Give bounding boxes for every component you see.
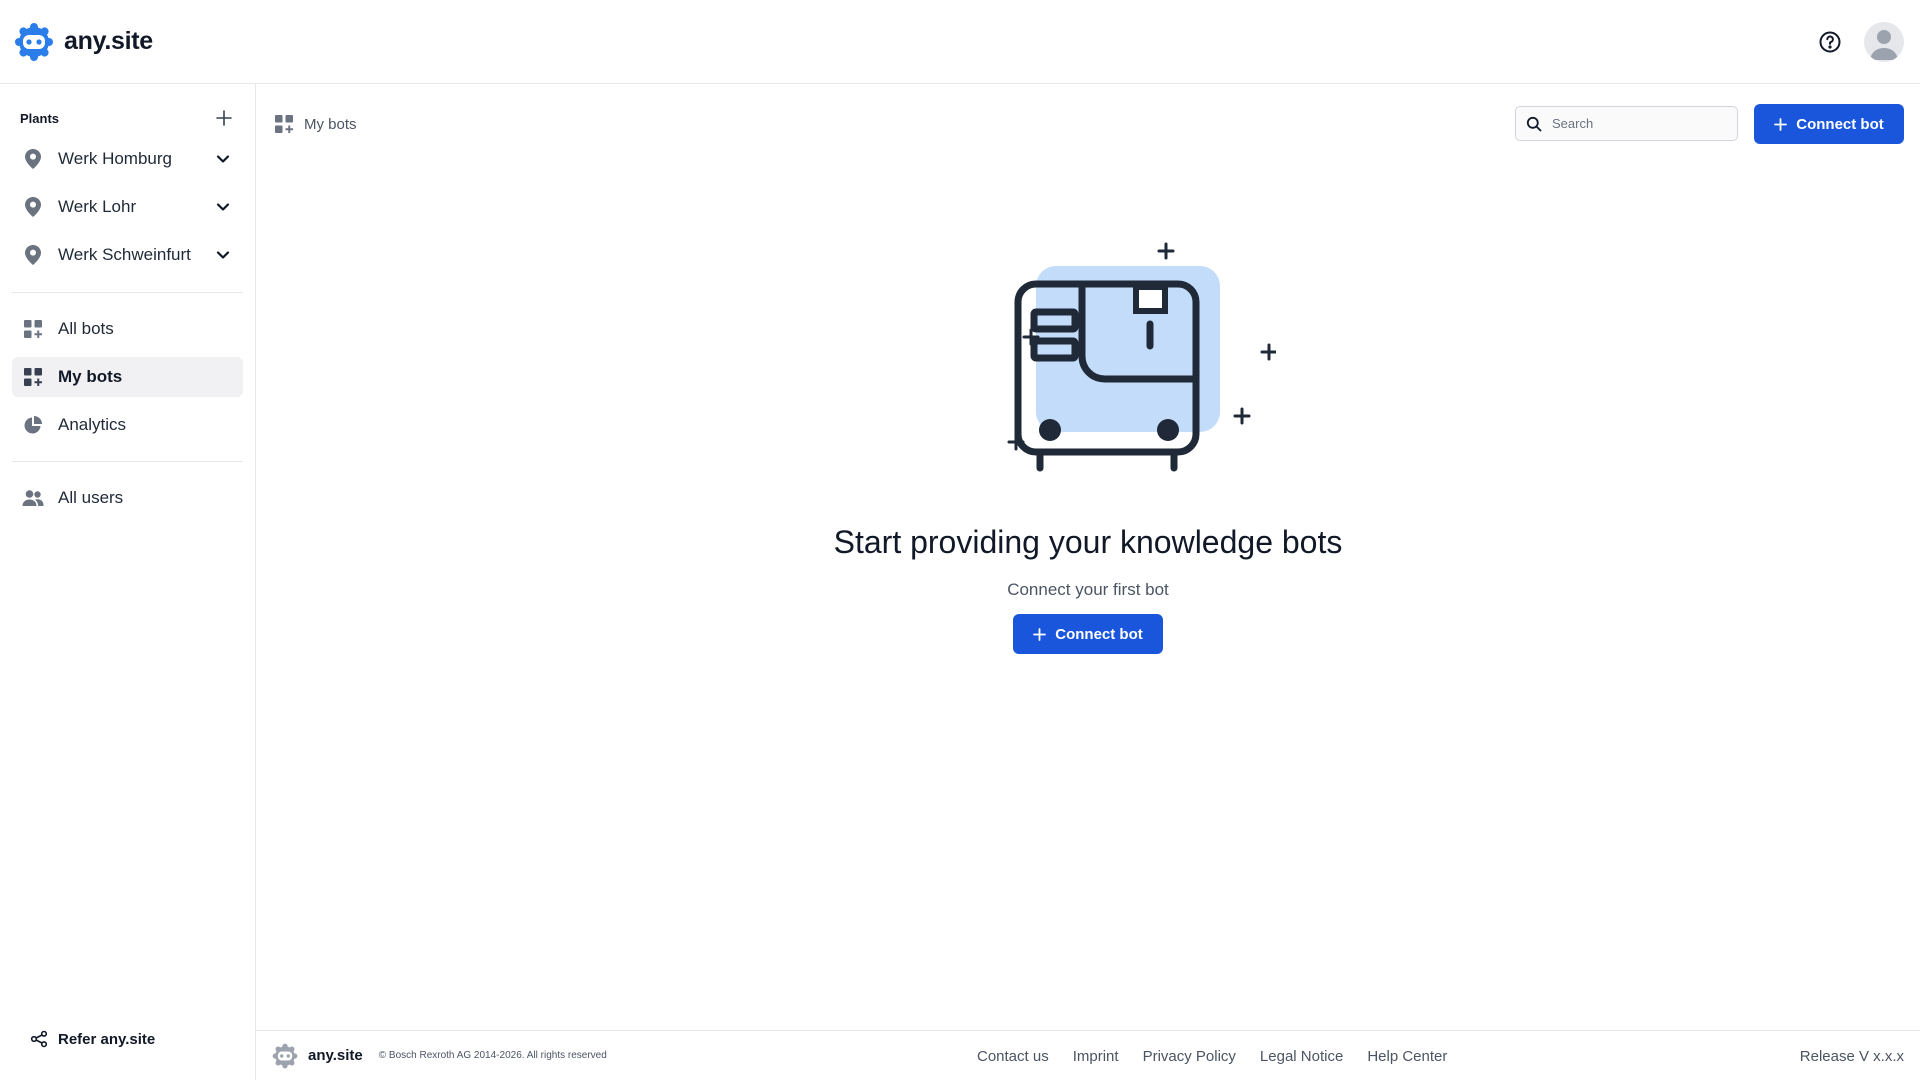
user-avatar[interactable]	[1864, 22, 1904, 62]
sidebar-item-analytics[interactable]: Analytics	[12, 405, 243, 445]
footer-link-legal-notice[interactable]: Legal Notice	[1260, 1048, 1343, 1065]
plant-label: Werk Lohr	[58, 197, 137, 216]
refer-link[interactable]: Refer any.site	[30, 1030, 155, 1048]
plant-expand-toggle[interactable]	[213, 149, 233, 169]
plant-label: Werk Schweinfurt	[58, 245, 191, 264]
empty-state-illustration-icon	[1007, 242, 1276, 472]
apps-grid-icon	[24, 320, 42, 338]
breadcrumb: My bots	[274, 114, 357, 134]
map-pin-icon	[25, 245, 41, 265]
footer-brand-name: any.site	[308, 1047, 363, 1064]
footer-links: Contact us Imprint Privacy Policy Legal …	[977, 1031, 1447, 1080]
connect-bot-button[interactable]: Connect bot	[1754, 104, 1904, 144]
plus-icon	[216, 110, 232, 126]
plus-icon	[1774, 117, 1788, 131]
footer: any.site © Bosch Rexroth AG 2014-2026. A…	[256, 1030, 1920, 1080]
plants-title: Plants	[20, 110, 60, 126]
main-content: My bots Connect bot Start providing y	[256, 84, 1920, 1030]
sidebar-divider	[12, 461, 243, 462]
footer-link-privacy-policy[interactable]: Privacy Policy	[1143, 1048, 1236, 1065]
empty-state-title: Start providing your knowledge bots	[833, 524, 1343, 560]
sidebar-item-all-users[interactable]: All users	[12, 478, 243, 518]
chevron-down-icon	[216, 155, 230, 163]
chevron-down-icon	[216, 203, 230, 211]
map-pin-icon	[25, 149, 41, 169]
chevron-down-icon	[216, 251, 230, 259]
search-box[interactable]	[1515, 106, 1738, 141]
plant-expand-toggle[interactable]	[213, 245, 233, 265]
connect-bot-label: Connect bot	[1796, 115, 1884, 133]
footer-copyright: © Bosch Rexroth AG 2014-2026. All rights…	[378, 1050, 607, 1061]
add-plant-button[interactable]	[212, 106, 236, 130]
sidebar: Plants Werk Homburg Werk Lohr Werk Schwe…	[0, 84, 256, 1080]
breadcrumb-current: My bots	[304, 115, 357, 133]
any-site-logo-icon	[15, 22, 53, 61]
footer-link-help-center[interactable]: Help Center	[1367, 1048, 1447, 1065]
plant-item-werk-lohr[interactable]: Werk Lohr	[12, 187, 243, 227]
release-version: Release V x.x.x	[1799, 1047, 1904, 1065]
plant-item-werk-schweinfurt[interactable]: Werk Schweinfurt	[12, 235, 243, 275]
sidebar-item-all-bots[interactable]: All bots	[12, 309, 243, 349]
plant-label: Werk Homburg	[58, 149, 172, 168]
apps-grid-add-icon	[24, 368, 42, 386]
brand[interactable]: any.site	[14, 22, 153, 62]
search-icon	[1526, 116, 1542, 131]
sidebar-item-label: All bots	[58, 319, 114, 338]
sidebar-item-my-bots[interactable]: My bots	[12, 357, 243, 397]
connect-first-bot-button[interactable]: Connect bot	[1013, 614, 1163, 654]
sidebar-item-label: My bots	[58, 367, 123, 386]
footer-link-contact-us[interactable]: Contact us	[977, 1048, 1049, 1065]
plant-item-werk-homburg[interactable]: Werk Homburg	[12, 139, 243, 179]
connect-bot-label: Connect bot	[1055, 625, 1143, 643]
share-icon	[30, 1030, 48, 1048]
search-input[interactable]	[1552, 116, 1732, 131]
any-site-logo-icon	[272, 1043, 298, 1068]
footer-link-imprint[interactable]: Imprint	[1073, 1048, 1119, 1065]
help-button[interactable]	[1816, 28, 1844, 56]
apps-grid-add-icon	[275, 115, 293, 133]
user-avatar-icon	[1870, 30, 1898, 60]
pie-chart-icon	[24, 416, 42, 434]
map-pin-icon	[25, 197, 41, 217]
plants-header: Plants	[20, 106, 236, 130]
plant-expand-toggle[interactable]	[213, 197, 233, 217]
top-header: any.site	[0, 0, 1920, 84]
refer-label: Refer any.site	[58, 1030, 156, 1048]
brand-name: any.site	[64, 27, 153, 55]
users-icon	[22, 490, 44, 506]
plus-icon	[1033, 627, 1047, 641]
empty-state-subtitle: Connect your first bot	[1007, 580, 1169, 599]
sidebar-item-label: All users	[58, 488, 124, 507]
footer-brand[interactable]: any.site	[272, 1043, 363, 1069]
sidebar-item-label: Analytics	[58, 415, 127, 434]
help-circle-icon	[1819, 31, 1841, 53]
sidebar-divider	[12, 292, 243, 293]
